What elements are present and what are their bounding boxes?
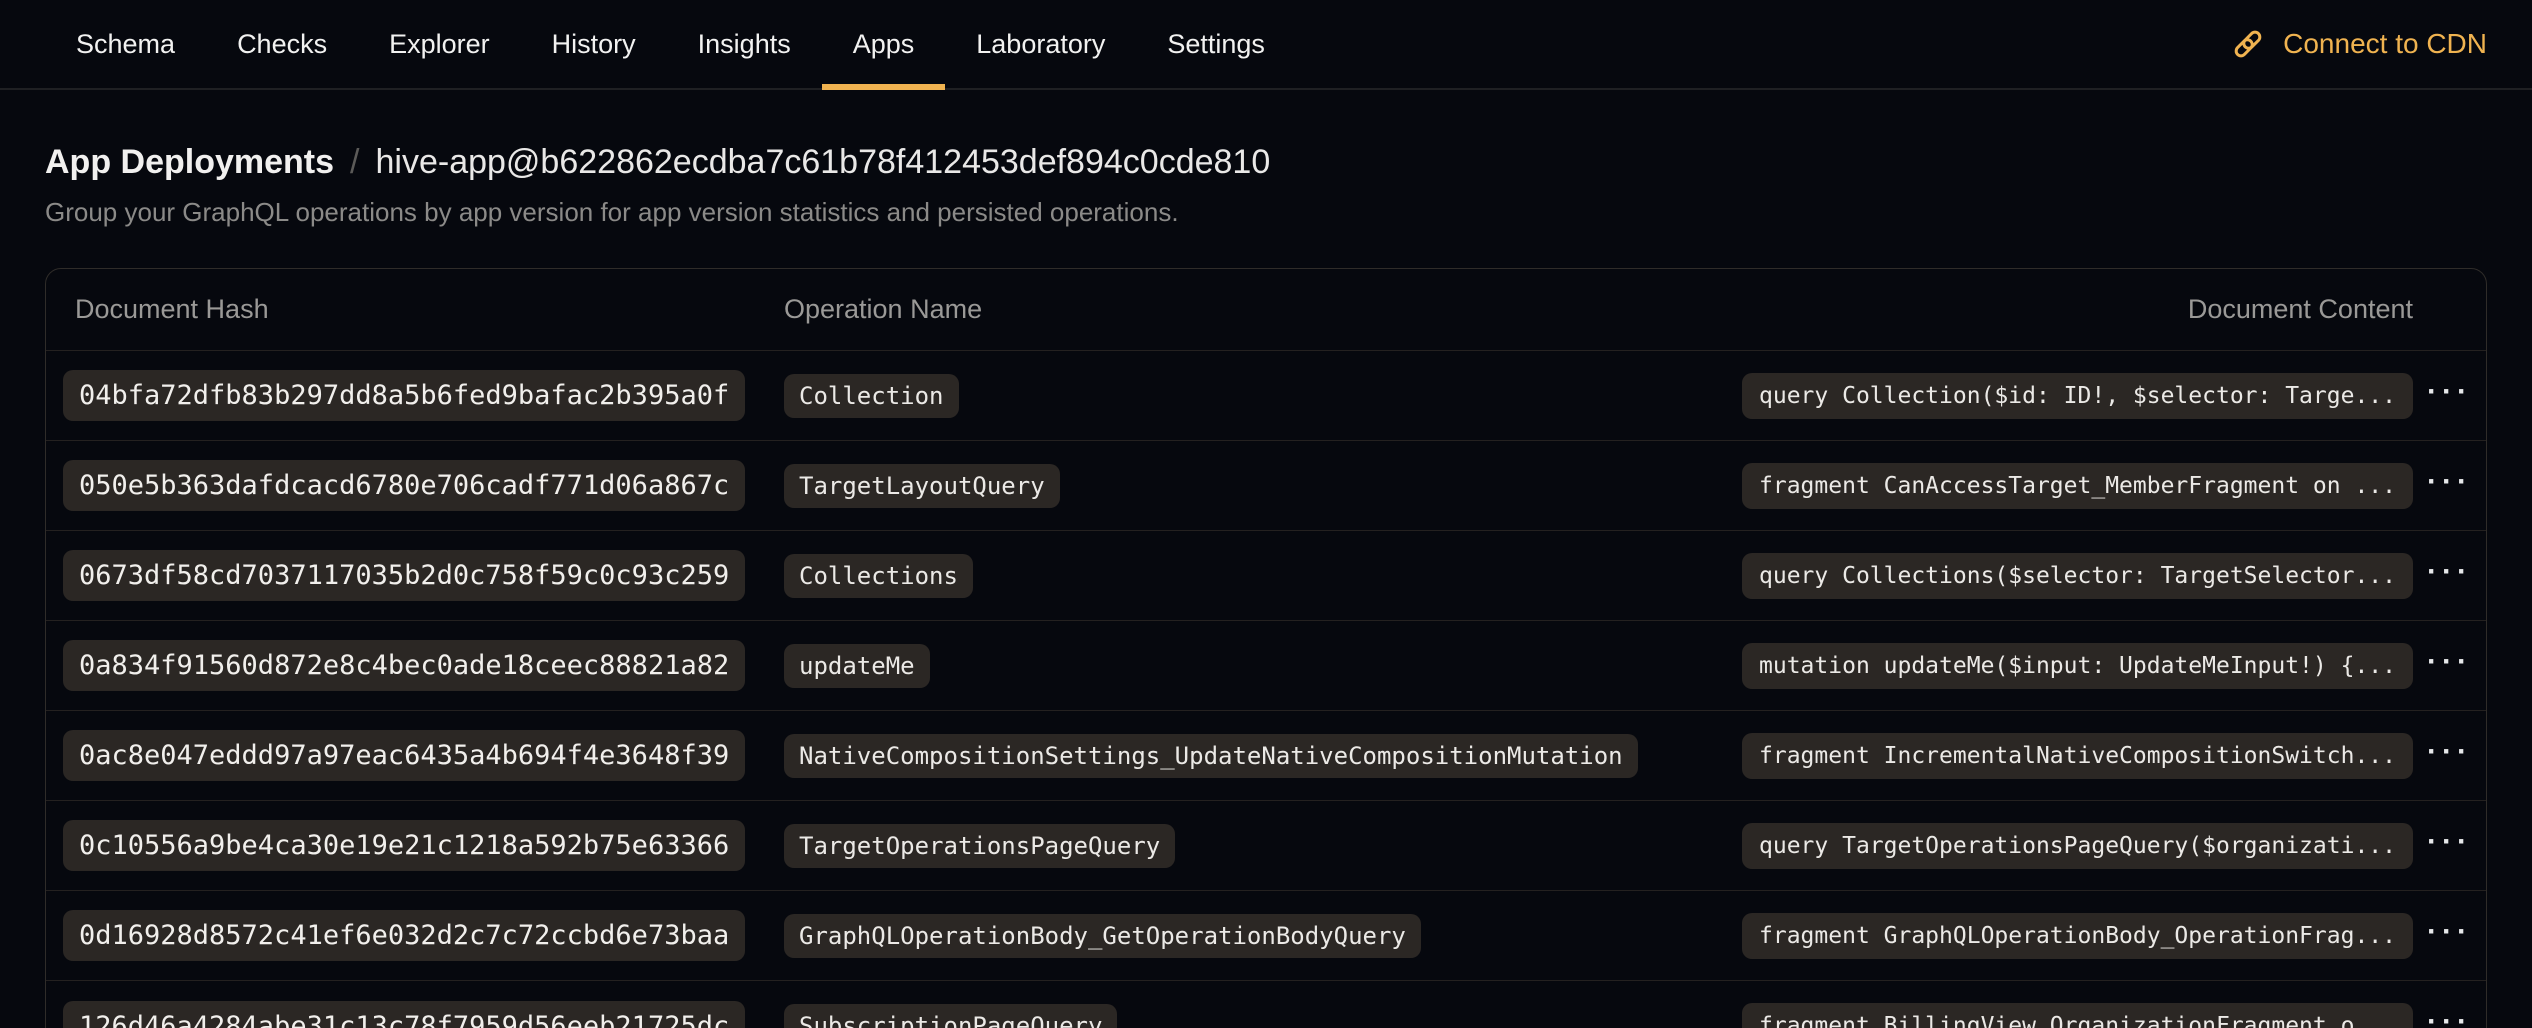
table-row: 0a834f91560d872e8c4bec0ade18ceec88821a82… [46, 621, 2486, 711]
row-menu-button[interactable]: ··· [2423, 381, 2476, 411]
breadcrumb-separator: / [350, 140, 359, 184]
tab-history[interactable]: History [521, 0, 667, 88]
operation-name: TargetLayoutQuery [784, 464, 1060, 508]
row-menu-button[interactable]: ··· [2423, 831, 2476, 861]
operation-name: updateMe [784, 644, 930, 688]
document-hash: 0ac8e047eddd97a97eac6435a4b694f4e3648f39 [63, 730, 745, 781]
operation-name: SubscriptionPageQuery [784, 1004, 1117, 1028]
document-content: fragment CanAccessTarget_MemberFragment … [1742, 463, 2413, 509]
column-header-document-hash: Document Hash [46, 294, 784, 325]
document-content: query Collections($selector: TargetSelec… [1742, 553, 2413, 599]
table-row: 0ac8e047eddd97a97eac6435a4b694f4e3648f39… [46, 711, 2486, 801]
row-menu-button[interactable]: ··· [2423, 561, 2476, 591]
link-icon [2231, 27, 2265, 61]
table-row: 050e5b363dafdcacd6780e706cadf771d06a867c… [46, 441, 2486, 531]
connect-to-cdn-label: Connect to CDN [2283, 28, 2487, 60]
document-hash: 0d16928d8572c41ef6e032d2c7c72ccbd6e73baa [63, 910, 745, 961]
tab-explorer[interactable]: Explorer [358, 0, 521, 88]
breadcrumb: App Deployments / hive-app@b622862ecdba7… [45, 140, 2487, 184]
tab-schema[interactable]: Schema [45, 0, 206, 88]
document-hash: 04bfa72dfb83b297dd8a5b6fed9bafac2b395a0f [63, 370, 745, 421]
page-subtitle: Group your GraphQL operations by app ver… [45, 194, 2487, 230]
tab-apps[interactable]: Apps [822, 0, 946, 88]
document-content: mutation updateMe($input: UpdateMeInput!… [1742, 643, 2413, 689]
connect-to-cdn-button[interactable]: Connect to CDN [2231, 0, 2487, 88]
table-row: 0c10556a9be4ca30e19e21c1218a592b75e63366… [46, 801, 2486, 891]
document-content: query TargetOperationsPageQuery($organiz… [1742, 823, 2413, 869]
document-hash: 0c10556a9be4ca30e19e21c1218a592b75e63366 [63, 820, 745, 871]
table-header-row: Document Hash Operation Name Document Co… [46, 269, 2486, 351]
row-menu-button[interactable]: ··· [2423, 471, 2476, 501]
operation-name: TargetOperationsPageQuery [784, 824, 1175, 868]
documents-table: Document Hash Operation Name Document Co… [45, 268, 2487, 1028]
operation-name: Collections [784, 554, 973, 598]
column-header-document-content: Document Content [1734, 294, 2413, 325]
tab-laboratory[interactable]: Laboratory [945, 0, 1136, 88]
table-row: 04bfa72dfb83b297dd8a5b6fed9bafac2b395a0f… [46, 351, 2486, 441]
table-row: 0d16928d8572c41ef6e032d2c7c72ccbd6e73baa… [46, 891, 2486, 981]
document-content: fragment IncrementalNativeCompositionSwi… [1742, 733, 2413, 779]
document-hash: 0673df58cd7037117035b2d0c758f59c0c93c259 [63, 550, 745, 601]
table-row: 126d46a4284abe31c13c78f7959d56eeb21725dc… [46, 981, 2486, 1028]
column-header-operation-name: Operation Name [784, 294, 1734, 325]
tab-settings[interactable]: Settings [1136, 0, 1296, 88]
row-menu-button[interactable]: ··· [2423, 921, 2476, 951]
operation-name: NativeCompositionSettings_UpdateNativeCo… [784, 734, 1638, 778]
nav-tabs: Schema Checks Explorer History Insights … [45, 0, 1296, 88]
page-title: hive-app@b622862ecdba7c61b78f412453def89… [376, 140, 1271, 184]
document-content: fragment GraphQLOperationBody_OperationF… [1742, 913, 2413, 959]
operation-name: GraphQLOperationBody_GetOperationBodyQue… [784, 914, 1421, 958]
tab-checks[interactable]: Checks [206, 0, 358, 88]
row-menu-button[interactable]: ··· [2423, 1011, 2476, 1028]
document-content: query Collection($id: ID!, $selector: Ta… [1742, 373, 2413, 419]
page-header: App Deployments / hive-app@b622862ecdba7… [0, 140, 2532, 230]
tab-insights[interactable]: Insights [667, 0, 822, 88]
document-hash: 0a834f91560d872e8c4bec0ade18ceec88821a82 [63, 640, 745, 691]
operation-name: Collection [784, 374, 959, 418]
top-nav: Schema Checks Explorer History Insights … [0, 0, 2532, 90]
breadcrumb-app-deployments[interactable]: App Deployments [45, 140, 334, 184]
row-menu-button[interactable]: ··· [2423, 651, 2476, 681]
table-row: 0673df58cd7037117035b2d0c758f59c0c93c259… [46, 531, 2486, 621]
document-content: fragment BillingView_OrganizationFragmen… [1742, 1003, 2413, 1028]
row-menu-button[interactable]: ··· [2423, 741, 2476, 771]
document-hash: 050e5b363dafdcacd6780e706cadf771d06a867c [63, 460, 745, 511]
document-hash: 126d46a4284abe31c13c78f7959d56eeb21725dc [63, 1001, 745, 1028]
